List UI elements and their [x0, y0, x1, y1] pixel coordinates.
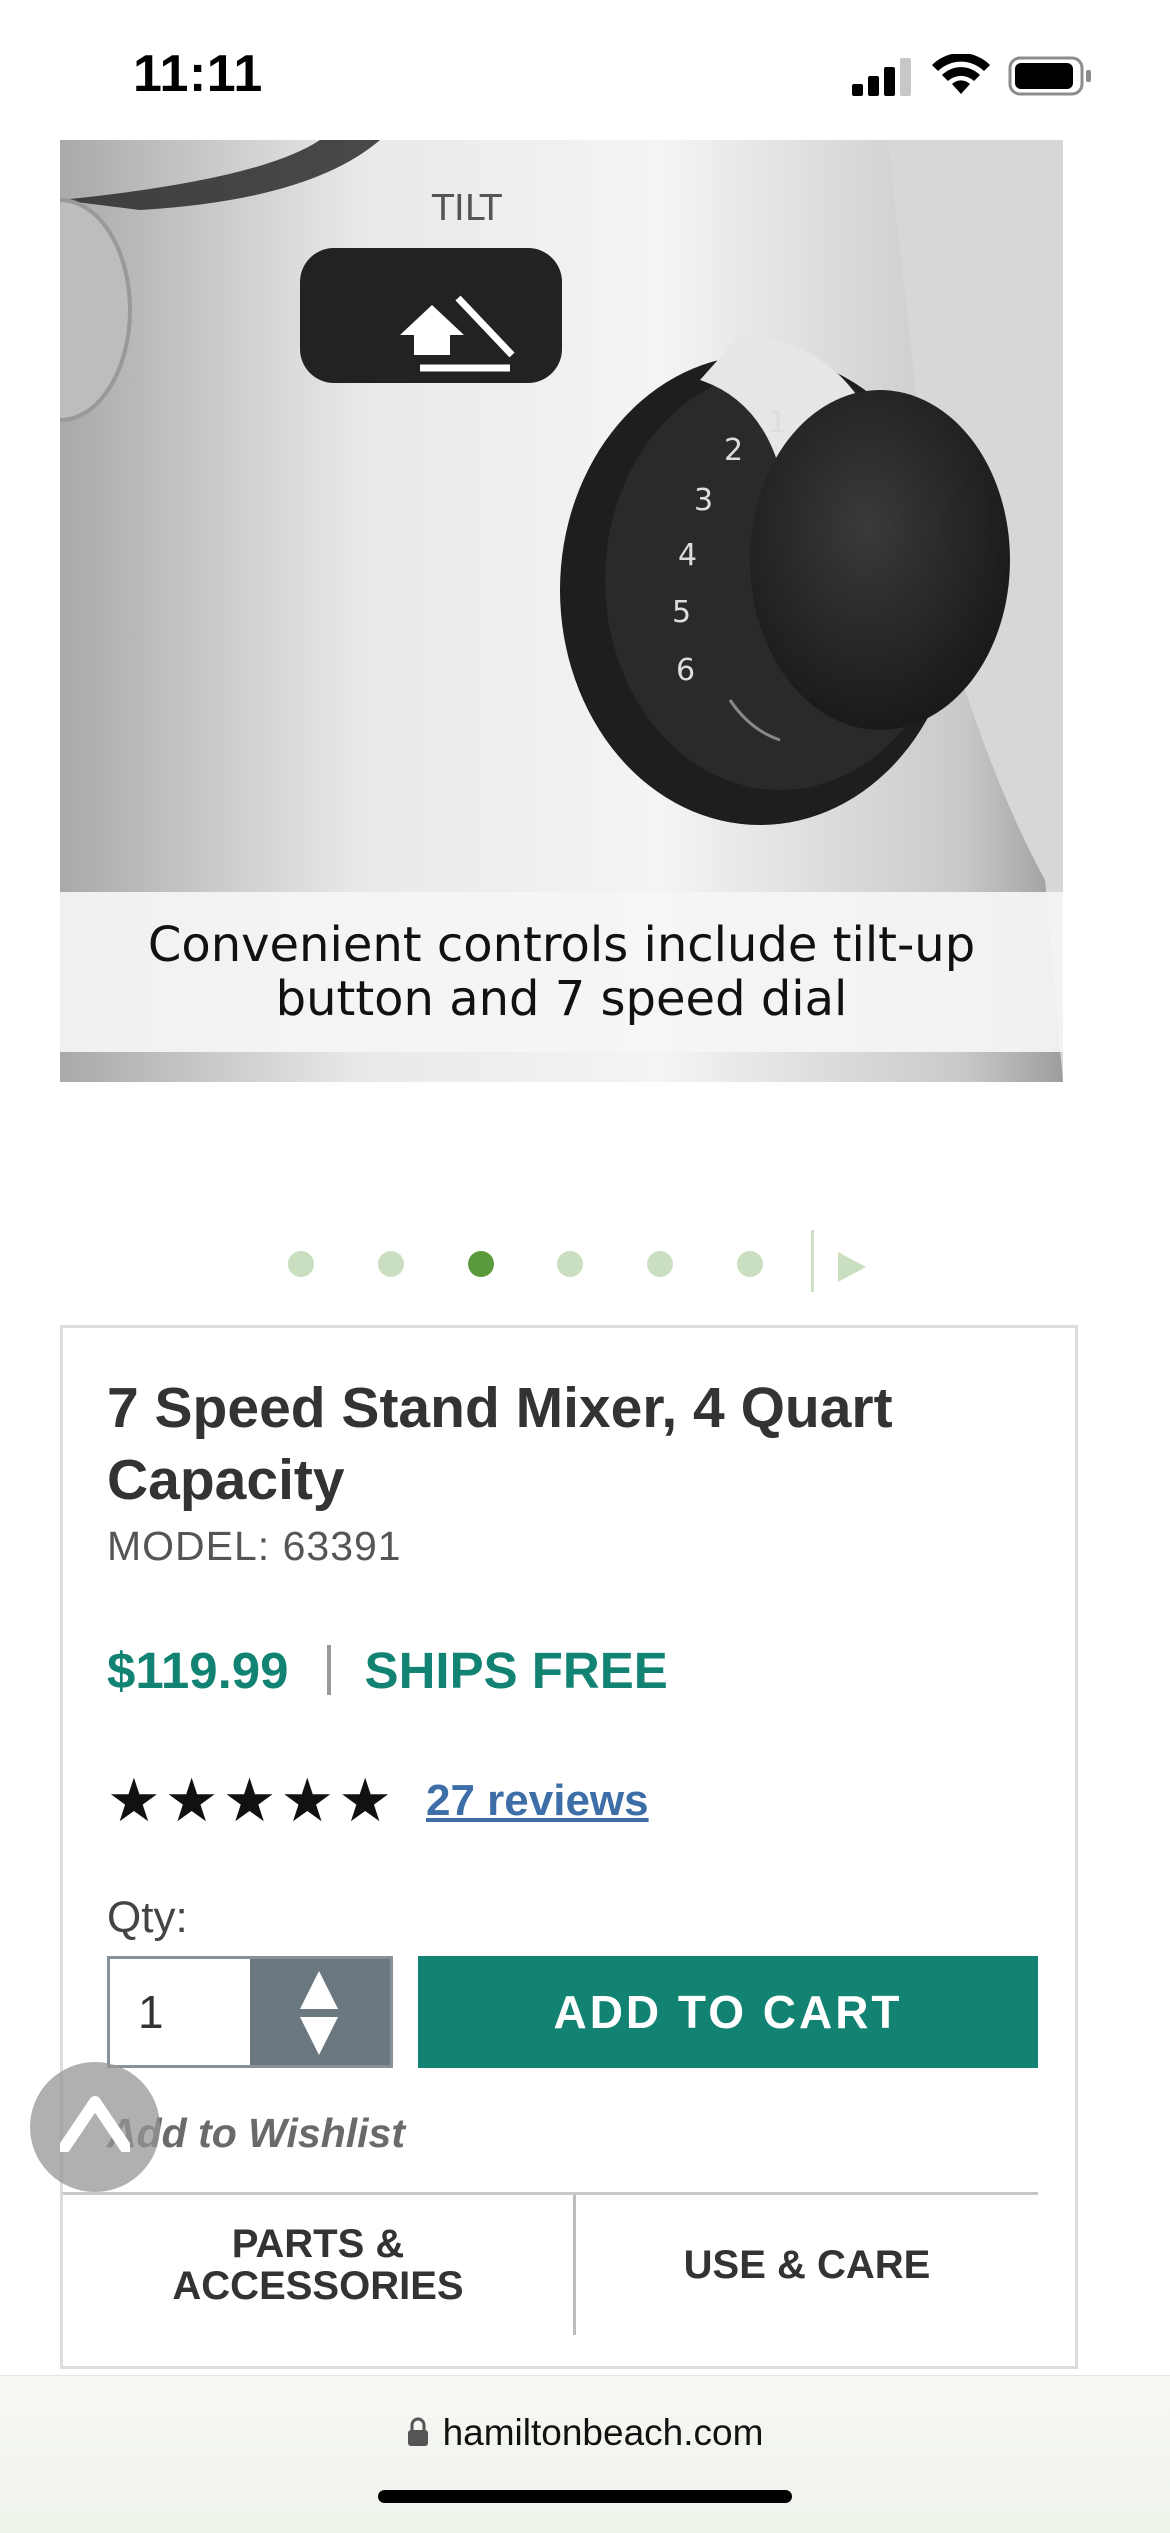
chevron-up-icon	[60, 2096, 130, 2152]
cellular-signal-icon	[852, 58, 911, 96]
product-image[interactable]: TILT 0 1 2 3 4 5 6 Convenient controls i…	[60, 140, 1063, 1082]
star-rating: ★ ★ ★ ★ ★	[107, 1771, 392, 1831]
star-icon: ★	[107, 1767, 161, 1834]
home-indicator[interactable]	[378, 2490, 792, 2503]
star-icon: ★	[280, 1767, 335, 1834]
carousel-dot-3[interactable]	[468, 1251, 494, 1277]
status-time: 11:11	[133, 45, 263, 103]
dial-number-1: 1	[768, 405, 787, 440]
dial-number-5: 5	[672, 595, 691, 630]
carousel-divider	[811, 1230, 814, 1292]
wifi-icon	[932, 54, 990, 94]
quantity-input[interactable]	[110, 1959, 250, 2065]
price: $119.99	[107, 1641, 289, 1699]
next-slide-arrow-icon[interactable]	[838, 1252, 866, 1282]
url-display[interactable]: hamiltonbeach.com	[0, 2412, 1170, 2454]
battery-icon	[1008, 56, 1091, 96]
scroll-to-top-button[interactable]	[30, 2062, 160, 2192]
carousel-dot-4[interactable]	[557, 1251, 583, 1277]
product-title: 7 Speed Stand Mixer, 4 Quart Capacity	[107, 1376, 893, 1512]
price-divider	[326, 1645, 331, 1695]
decrement-arrow-icon[interactable]	[300, 2017, 338, 2055]
star-icon: ★	[222, 1767, 277, 1834]
increment-arrow-icon[interactable]	[300, 1971, 338, 2009]
shipping-badge: SHIPS FREE	[364, 1641, 668, 1699]
dial-number-3: 3	[694, 483, 713, 518]
carousel-dot-1[interactable]	[288, 1251, 314, 1277]
browser-address-bar[interactable]: hamiltonbeach.com	[0, 2375, 1170, 2533]
quantity-stepper	[107, 1956, 393, 2068]
tilt-label: TILT	[431, 188, 503, 229]
image-carousel-nav	[0, 1230, 1170, 1300]
status-bar: 11:11	[0, 0, 1170, 140]
lock-icon	[407, 2417, 428, 2446]
tab-parts-accessories[interactable]: PARTS & ACCESSORIES	[63, 2195, 573, 2335]
carousel-dot-6[interactable]	[737, 1251, 763, 1277]
dial-number-4: 4	[678, 538, 697, 573]
carousel-dot-5[interactable]	[647, 1251, 673, 1277]
image-caption-text: Convenient controls include tilt-up butt…	[147, 917, 976, 1027]
star-icon: ★	[338, 1767, 392, 1834]
quantity-stepper-buttons	[250, 1959, 390, 2065]
carousel-dot-2[interactable]	[378, 1251, 404, 1277]
dial-number-6: 6	[676, 653, 695, 688]
add-to-cart-button[interactable]: ADD TO CART	[418, 1956, 1038, 2068]
product-info-card: 7 Speed Stand Mixer, 4 Quart Capacity MO…	[60, 1325, 1078, 2369]
tab-use-care-label: USE & CARE	[683, 2243, 931, 2287]
tab-use-care[interactable]: USE & CARE	[576, 2195, 1038, 2335]
qty-label: Qty:	[107, 1893, 188, 1942]
tab-parts-accessories-label: PARTS & ACCESSORIES	[172, 2222, 464, 2308]
url-text: hamiltonbeach.com	[442, 2412, 764, 2453]
reviews-link[interactable]: 27 reviews	[426, 1776, 649, 1826]
dial-number-2: 2	[724, 433, 743, 468]
model-number: MODEL: 63391	[107, 1523, 402, 1569]
image-caption: Convenient controls include tilt-up butt…	[60, 892, 1063, 1052]
star-icon: ★	[164, 1767, 219, 1834]
rating-row: ★ ★ ★ ★ ★ 27 reviews	[107, 1768, 649, 1834]
price-row: $119.99 SHIPS FREE	[107, 1640, 668, 1700]
